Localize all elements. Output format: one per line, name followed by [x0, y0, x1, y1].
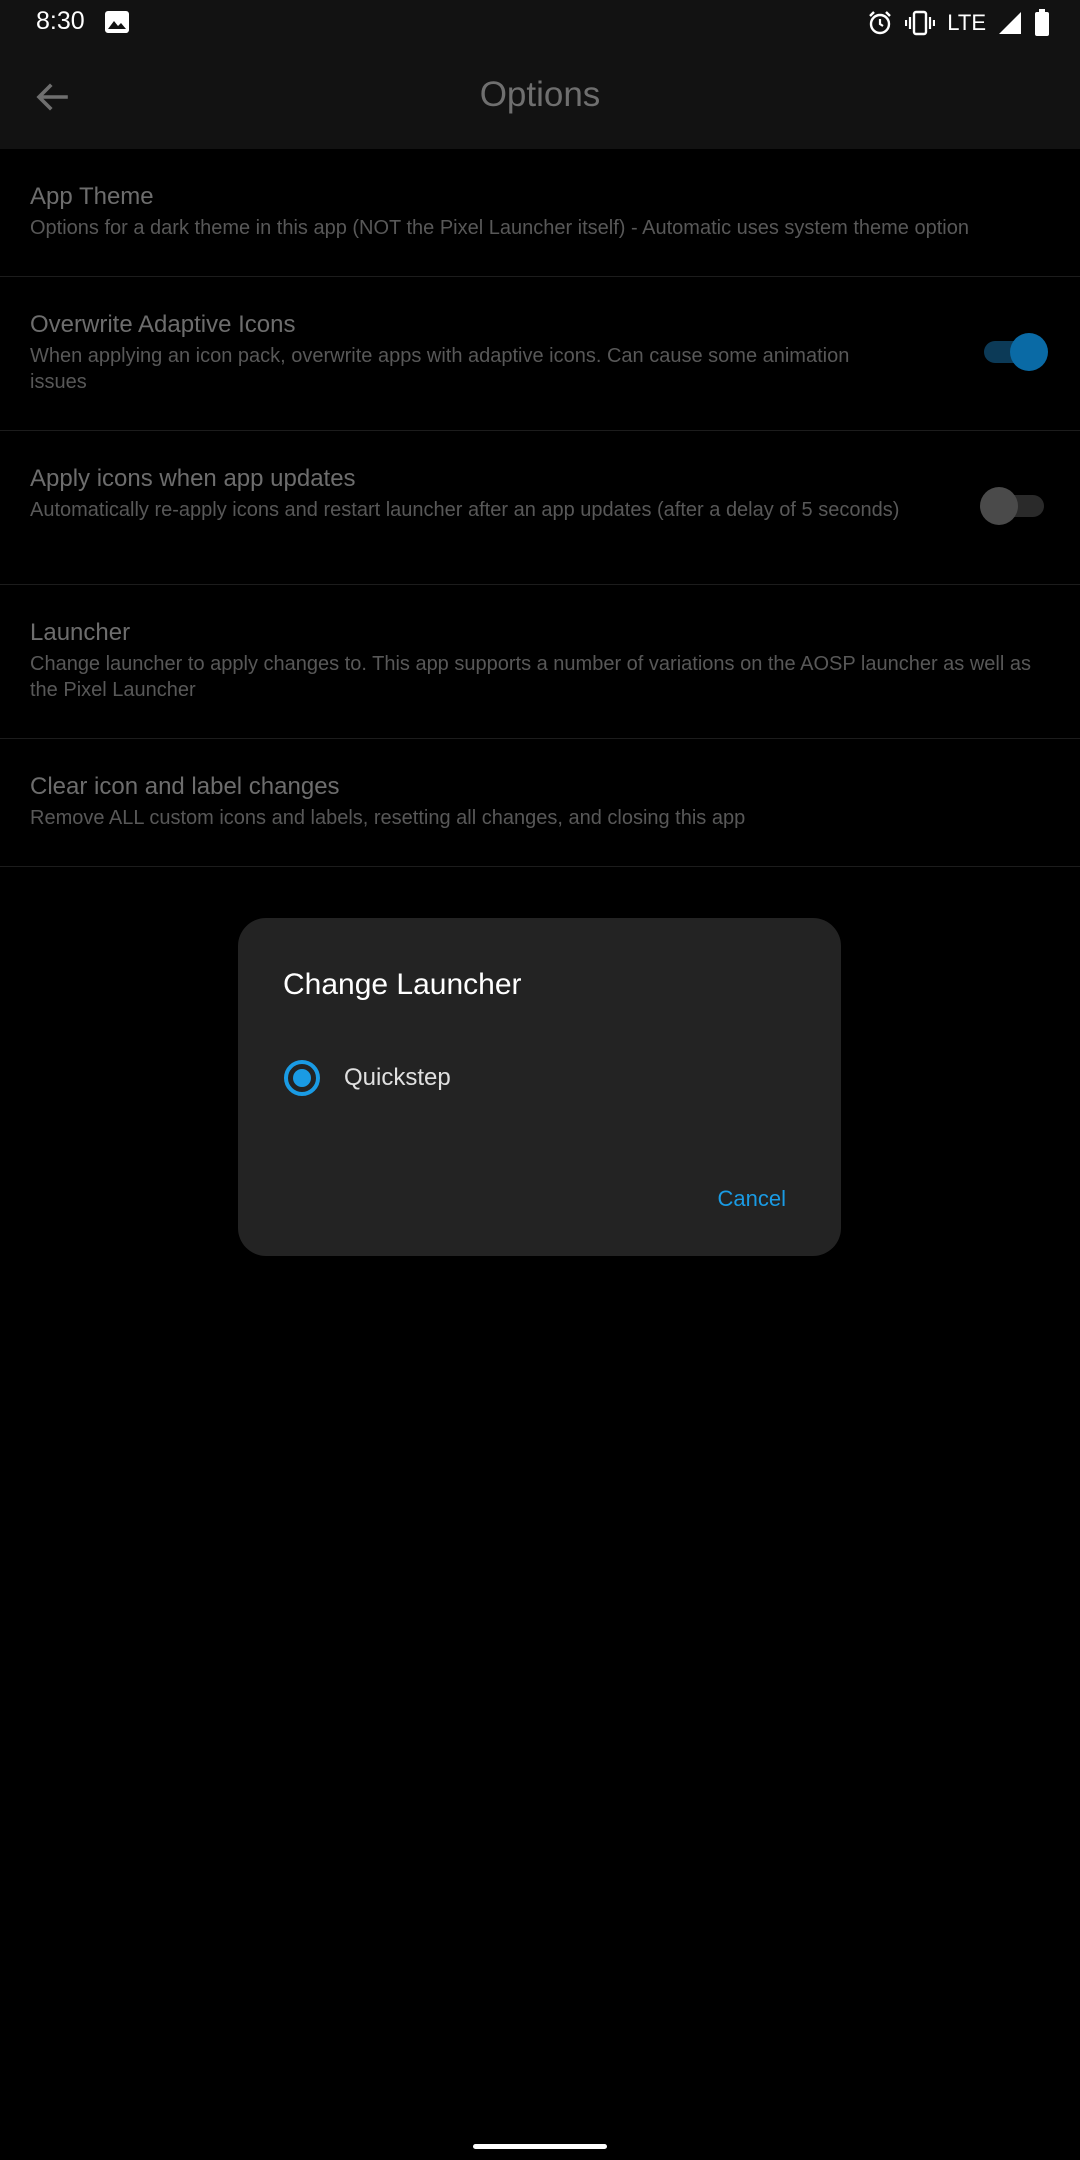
- cancel-button[interactable]: Cancel: [718, 1186, 786, 1212]
- network-type: LTE: [947, 10, 986, 35]
- status-time: 8:30: [36, 7, 85, 35]
- battery-icon: [1035, 9, 1049, 36]
- gallery-icon: [105, 11, 129, 33]
- status-bar: 8:30 LTE: [0, 0, 1080, 45]
- dialog-title: Change Launcher: [283, 968, 522, 1001]
- signal-icon: [999, 12, 1021, 34]
- option-label: Quickstep: [344, 1064, 451, 1091]
- toggle-thumb: [980, 487, 1018, 525]
- gesture-nav-handle[interactable]: [473, 2144, 607, 2149]
- overwrite-adaptive-icons-toggle[interactable]: [984, 333, 1048, 371]
- setting-app-theme[interactable]: App Theme Options for a dark theme in th…: [0, 149, 1080, 277]
- app-bar: Options: [0, 45, 1080, 149]
- setting-summary: Automatically re-apply icons and restart…: [30, 499, 900, 521]
- setting-summary: When applying an icon pack, overwrite ap…: [30, 345, 850, 393]
- setting-apply-icons-on-update[interactable]: Apply icons when app updates Automatical…: [0, 431, 1080, 585]
- setting-title: App Theme: [30, 183, 154, 210]
- page-title: Options: [479, 75, 601, 114]
- apply-icons-on-update-toggle[interactable]: [980, 487, 1044, 525]
- setting-summary: Remove ALL custom icons and labels, rese…: [30, 807, 746, 829]
- settings-list: App Theme Options for a dark theme in th…: [0, 149, 1080, 867]
- vibrate-icon: [905, 10, 936, 36]
- alarm-icon: [869, 11, 892, 35]
- status-icons: LTE: [867, 8, 1050, 38]
- setting-title: Launcher: [30, 619, 131, 646]
- toggle-thumb: [1010, 333, 1048, 371]
- change-launcher-dialog: Change Launcher Quickstep Cancel: [238, 918, 841, 1256]
- setting-summary: Options for a dark theme in this app (NO…: [30, 217, 969, 239]
- radio-dot: [293, 1069, 311, 1087]
- setting-summary: Change launcher to apply changes to. Thi…: [30, 653, 1031, 701]
- setting-title: Overwrite Adaptive Icons: [30, 311, 296, 338]
- setting-clear-icon-label-changes[interactable]: Clear icon and label changes Remove ALL …: [0, 739, 1080, 867]
- setting-launcher[interactable]: Launcher Change launcher to apply change…: [0, 585, 1080, 739]
- setting-title: Apply icons when app updates: [30, 465, 356, 492]
- setting-overwrite-adaptive-icons[interactable]: Overwrite Adaptive Icons When applying a…: [0, 277, 1080, 431]
- radio-button-selected[interactable]: [284, 1060, 320, 1096]
- setting-title: Clear icon and label changes: [30, 773, 340, 800]
- launcher-option-quickstep[interactable]: Quickstep: [284, 1058, 451, 1098]
